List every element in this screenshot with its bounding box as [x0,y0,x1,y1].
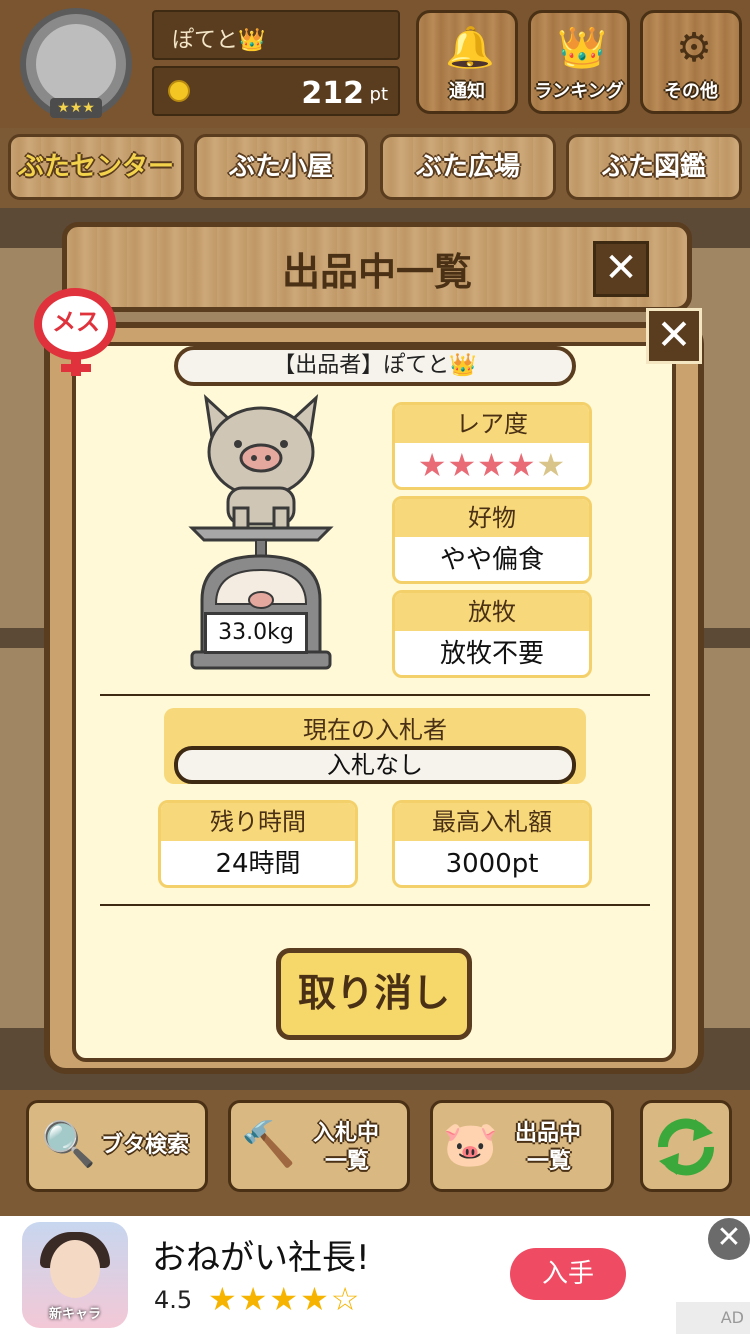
bidding-label-2: 一覧 [325,1149,370,1174]
rarity-stars: ★★★★★ [395,443,589,487]
crown-icon: 👑 [557,25,607,71]
seller-label: 【出品者】ぽてと👑 [174,346,576,386]
rarity-card: レア度 ★★★★★ [392,402,592,490]
rarity-title: レア度 [395,405,589,443]
listing-close-button[interactable]: ✕ [593,241,649,297]
ad-rating: 4.5 [154,1286,193,1314]
seller-name: 【出品者】ぽてと [273,353,450,378]
gender-label: メス [52,308,100,336]
bidding-label-1: 入札中 [313,1121,380,1146]
rarity-empty-stars: ★ [536,446,567,484]
grazing-card: 放牧 放牧不要 [392,590,592,678]
bidding-list-button[interactable]: 🔨 入札中 一覧 [228,1100,410,1192]
favorite-value: やや偏食 [439,545,544,575]
notification-button[interactable]: 🔔 通知 [416,10,518,114]
points-box: 212 pt [152,66,400,116]
avatar-rank-stars: ★★★ [50,98,102,118]
ad-rating-stars: ★★★★☆ [208,1280,362,1318]
bottom-toolbar: 🔍 ブタ検索 🔨 入札中 一覧 🐷 出品中 一覧 [0,1090,750,1216]
tab-buta-encyclopedia[interactable]: ぶた図鑑 [566,134,742,200]
other-label: その他 [664,81,718,102]
grazing-value: 放牧不要 [439,639,544,669]
divider [100,694,650,696]
crown-icon: 👑 [238,28,266,53]
listing-label-2: 一覧 [527,1149,572,1174]
remaining-value: 24時間 [215,849,301,879]
ad-mark: AD [676,1302,750,1334]
rarity-filled-stars: ★★★★ [417,446,537,484]
listing-list-button[interactable]: 🐷 出品中 一覧 [430,1100,614,1192]
ad-close-button[interactable]: ✕ [708,1218,750,1260]
player-avatar[interactable]: ★★★ [20,8,132,120]
remaining-title: 残り時間 [161,803,355,841]
ad-app-icon[interactable]: 新キャラ [22,1222,128,1328]
max-bid-title: 最高入札額 [395,803,589,841]
pig-search-label: ブタ検索 [101,1133,190,1158]
pig-weight: 33.0kg [204,612,308,654]
listing-dialog: 出品中一覧 ✕ [62,222,692,312]
other-button[interactable]: ⚙ その他 [640,10,742,114]
current-bidder-card: 現在の入札者 入札なし [164,708,586,784]
gear-icon: ⚙ [676,25,712,71]
gavel-icon: 🔨 [241,1119,296,1170]
remaining-time-card: 残り時間 24時間 [158,800,358,888]
ranking-button[interactable]: 👑 ランキング [528,10,630,114]
cancel-listing-button[interactable]: 取り消し [276,948,472,1040]
user-name-box: ぽてと👑 [152,10,400,60]
points-unit: pt [369,84,388,105]
magnifier-icon: 🔍 [41,1119,96,1170]
pig-icon: 🐷 [443,1119,498,1170]
bidder-title: 現在の入札者 [303,716,447,744]
max-bid-value: 3000pt [445,849,539,879]
bell-icon: 🔔 [445,25,495,71]
divider [100,904,650,906]
crown-icon: 👑 [449,353,477,378]
listing-label-1: 出品中 [515,1121,582,1146]
ad-title: おねがい社長! [152,1238,370,1278]
bidder-value: 入札なし [174,746,576,784]
favorite-food-card: 好物 やや偏食 [392,496,592,584]
tab-buta-plaza[interactable]: ぶた広場 [380,134,556,200]
pig-search-button[interactable]: 🔍 ブタ検索 [26,1100,208,1192]
notification-label: 通知 [449,81,485,102]
female-badge-icon: メス [30,284,122,376]
ad-get-button[interactable]: 入手 [510,1248,626,1300]
main-tabs: ぶたセンター ぶた小屋 ぶた広場 ぶた図鑑 [0,128,750,208]
points-value: 212 [301,76,364,111]
tab-buta-center[interactable]: ぶたセンター [8,134,184,200]
ad-icon-tag: 新キャラ [48,1307,101,1322]
max-bid-card: 最高入札額 3000pt [392,800,592,888]
refresh-icon [657,1118,715,1176]
header: ★★★ ぽてと👑 212 pt 🔔 通知 👑 ランキング ⚙ その他 [0,0,750,128]
tab-buta-hut[interactable]: ぶた小屋 [194,134,368,200]
user-name: ぽてと [172,28,239,53]
refresh-button[interactable] [640,1100,732,1192]
pig-avatar-icon [36,24,116,104]
pig-detail-close-button[interactable]: ✕ [646,308,702,364]
coin-icon [168,80,190,102]
grazing-title: 放牧 [395,593,589,631]
user-panel: ぽてと👑 212 pt [152,10,400,116]
ad-banner[interactable]: 新キャラ おねがい社長! 4.5 ★★★★☆ 入手 ✕ AD [0,1216,750,1334]
favorite-title: 好物 [395,499,589,537]
ranking-label: ランキング [534,81,624,102]
